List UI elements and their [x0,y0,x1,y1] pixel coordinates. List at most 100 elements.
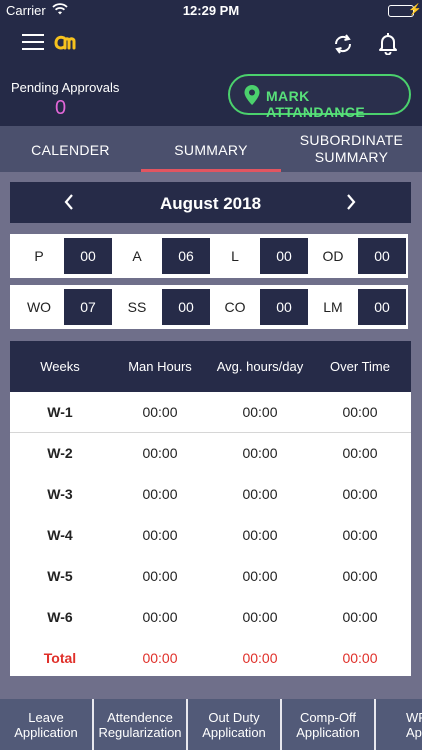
stat-label: P [34,248,44,264]
avg-hours-cell: 00:00 [242,445,278,461]
table-row: W-5 00:00 00:00 00:00 [10,556,411,597]
total-avg-hours: 00:00 [242,650,278,666]
over-time-cell: 00:00 [342,486,378,502]
pending-approvals-count[interactable]: 0 [55,97,66,120]
pending-approvals-label: Pending Approvals [11,80,120,95]
tab-subordinate-summary[interactable]: SUBORDINATE SUMMARY [281,126,422,172]
cm-logo-icon [54,32,82,59]
tab-subordinate-label-line1: SUBORDINATE [299,132,404,148]
table-row: W-4 00:00 00:00 00:00 [10,515,411,556]
stat-label: CO [224,299,246,315]
stat-value: 00 [358,289,406,325]
avg-hours-cell: 00:00 [242,527,278,543]
avg-hours-cell: 00:00 [242,486,278,502]
button-label-line1: Attendence [107,710,173,725]
week-cell: W-2 [47,445,73,461]
table-header: Weeks Man Hours Avg. hours/day Over Time [10,341,411,392]
tab-summary[interactable]: SUMMARY [141,126,281,172]
hamburger-icon[interactable] [22,34,44,52]
man-hours-cell: 00:00 [142,486,178,502]
button-label-line1: Comp-Off [299,710,357,725]
over-time-cell: 00:00 [342,609,378,625]
wfh-application-button[interactable]: WF Applic [376,699,422,750]
out-duty-application-button[interactable]: Out Duty Application [188,699,280,750]
stats-row-1: P 00 A 06 L 00 OD 00 [10,234,408,278]
stat-value: 00 [260,238,308,274]
mark-attendance-label: MARK ATTANDANCE [266,88,366,120]
over-time-cell: 00:00 [342,445,378,461]
over-time-cell: 00:00 [342,527,378,543]
tab-summary-label: SUMMARY [174,142,248,158]
stat-label: A [132,248,142,264]
bell-icon[interactable] [377,31,399,60]
chevron-right-icon[interactable] [344,192,358,217]
button-label-line1: Out Duty [208,710,260,725]
weekly-summary-table: Weeks Man Hours Avg. hours/day Over Time… [10,341,411,676]
stat-label: WO [26,299,52,315]
man-hours-cell: 00:00 [142,527,178,543]
button-label-line2: Regularization [98,725,182,740]
week-cell: W-5 [47,568,73,584]
tab-subordinate-label-line2: SUMMARY [314,149,389,165]
column-header: Weeks [40,359,80,374]
status-bar: Carrier 12:29 PM ⚡ [0,0,422,22]
table-total-row: Total 00:00 00:00 00:00 [10,638,411,679]
charging-icon: ⚡ [408,4,422,16]
man-hours-cell: 00:00 [142,609,178,625]
location-pin-icon [244,85,260,108]
column-header: Avg. hours/day [216,359,304,374]
stat-value: 00 [64,238,112,274]
pending-approvals-bar: Pending Approvals 0 MARK ATTANDANCE [0,66,422,126]
stat-value: 07 [64,289,112,325]
leave-application-button[interactable]: Leave Application [0,699,92,750]
man-hours-cell: 00:00 [142,568,178,584]
avg-hours-cell: 00:00 [242,404,278,420]
bottom-action-bar: Leave Application Attendence Regularizat… [0,699,422,750]
stat-label: L [231,248,239,264]
total-label: Total [43,650,77,666]
over-time-cell: 00:00 [342,404,378,420]
button-label-line2: Application [296,725,360,740]
stat-value: 00 [358,238,406,274]
avg-hours-cell: 00:00 [242,609,278,625]
table-row: W-6 00:00 00:00 00:00 [10,597,411,638]
man-hours-cell: 00:00 [142,445,178,461]
column-header: Over Time [330,359,390,374]
stat-value: 06 [162,238,210,274]
stat-value: 00 [260,289,308,325]
tab-bar: CALENDER SUMMARY SUBORDINATE SUMMARY [0,126,422,172]
stat-label: OD [322,248,344,264]
week-cell: W-4 [47,527,73,543]
week-cell: W-3 [47,486,73,502]
stat-label: LM [323,299,343,315]
man-hours-cell: 00:00 [142,404,178,420]
comp-off-application-button[interactable]: Comp-Off Application [282,699,374,750]
month-selector: August 2018 [10,182,411,223]
button-label-line2: Application [202,725,266,740]
table-row: W-2 00:00 00:00 00:00 [10,433,411,474]
column-header: Man Hours [128,359,192,374]
button-label-line1: WF [406,710,422,725]
clock: 12:29 PM [182,3,240,18]
tab-calender-label: CALENDER [31,142,110,158]
stat-value: 00 [162,289,210,325]
tab-calender[interactable]: CALENDER [0,126,141,172]
week-cell: W-1 [47,404,73,420]
sync-icon[interactable] [332,32,354,61]
mark-attendance-button[interactable]: MARK ATTANDANCE [228,74,411,120]
stat-label: SS [127,299,147,315]
over-time-cell: 00:00 [342,568,378,584]
week-cell: W-6 [47,609,73,625]
attendence-regularization-button[interactable]: Attendence Regularization [94,699,186,750]
avg-hours-cell: 00:00 [242,568,278,584]
active-tab-indicator [141,169,281,172]
stats-row-2: WO 07 SS 00 CO 00 LM 00 [10,285,408,329]
total-man-hours: 00:00 [142,650,178,666]
table-row: W-1 00:00 00:00 00:00 [10,392,411,433]
button-label-line2: Application [14,725,78,740]
app-header [0,22,422,66]
button-label-line1: Leave [28,710,64,725]
button-label-line2: Applic [406,725,422,740]
table-row: W-3 00:00 00:00 00:00 [10,474,411,515]
total-over-time: 00:00 [342,650,378,666]
